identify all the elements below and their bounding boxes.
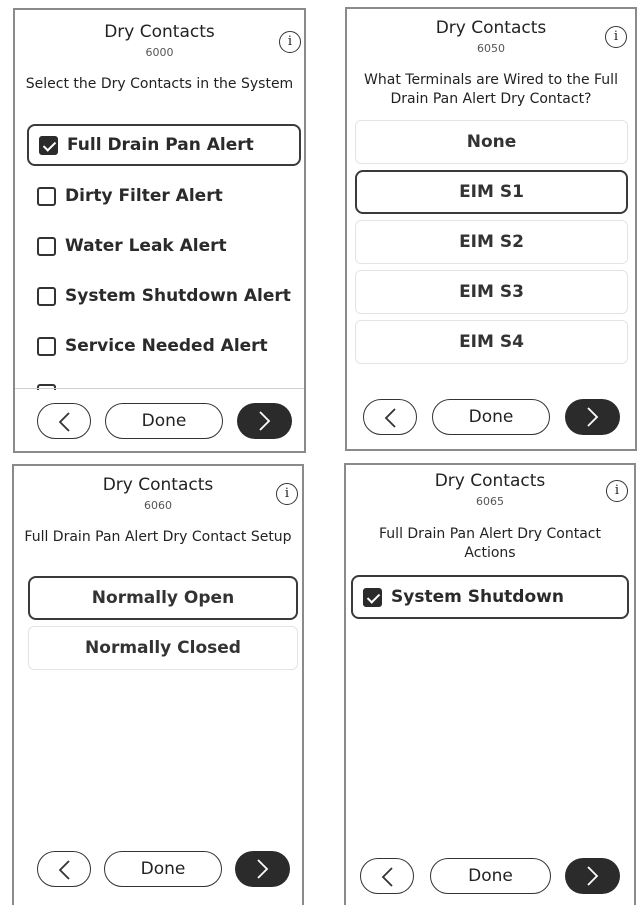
- info-icon[interactable]: i: [605, 26, 627, 48]
- checkbox-label: System Shutdown Alert: [65, 286, 291, 306]
- screen-question: Select the Dry Contacts in the System: [25, 76, 294, 92]
- screen-code: 6000: [145, 46, 174, 59]
- screen-title: Dry Contacts: [435, 18, 547, 38]
- checkbox-unchecked-icon: [37, 236, 56, 256]
- screen-title: Dry Contacts: [434, 471, 546, 491]
- back-button[interactable]: [37, 403, 91, 439]
- checkbox-full-drain-pan-alert[interactable]: Full Drain Pan Alert: [27, 124, 301, 166]
- chevron-right-icon: [259, 411, 271, 431]
- info-icon[interactable]: i: [279, 31, 301, 53]
- screen-code: 6060: [144, 499, 172, 512]
- checkbox-partial-icon: [37, 384, 56, 390]
- checkbox-unchecked-icon: [37, 286, 56, 306]
- done-button[interactable]: Done: [432, 399, 550, 435]
- screen-title: Dry Contacts: [102, 475, 214, 495]
- screen-title: Dry Contacts: [104, 22, 215, 42]
- checkbox-label: System Shutdown: [391, 587, 564, 607]
- checkbox-system-shutdown[interactable]: System Shutdown: [351, 575, 629, 619]
- option-normally-closed[interactable]: Normally Closed: [28, 626, 298, 670]
- checkbox-checked-icon: [363, 587, 382, 607]
- option-eim-s1[interactable]: EIM S1: [355, 170, 628, 214]
- checkbox-system-shutdown-alert[interactable]: System Shutdown Alert: [27, 275, 301, 317]
- next-button[interactable]: [235, 851, 290, 887]
- chevron-right-icon: [587, 866, 599, 886]
- screen-6065: Dry Contacts 6065 i Full Drain Pan Alert…: [344, 463, 636, 905]
- checkbox-unchecked-icon: [37, 336, 56, 356]
- option-eim-s3[interactable]: EIM S3: [355, 270, 628, 314]
- screen-6060: Dry Contacts 6060 i Full Drain Pan Alert…: [12, 464, 304, 905]
- chevron-right-icon: [587, 407, 599, 427]
- checkbox-water-leak-alert[interactable]: Water Leak Alert: [27, 225, 301, 267]
- back-button[interactable]: [363, 399, 417, 435]
- chevron-left-icon: [384, 408, 396, 428]
- checkbox-label: Dirty Filter Alert: [65, 186, 223, 206]
- chevron-left-icon: [381, 867, 393, 887]
- back-button[interactable]: [37, 851, 91, 887]
- chevron-left-icon: [58, 412, 70, 432]
- checkbox-service-needed-alert[interactable]: Service Needed Alert: [27, 325, 301, 367]
- checkbox-unchecked-icon: [37, 186, 56, 206]
- screen-question: Full Drain Pan Alert Dry Contact Setup: [24, 529, 292, 545]
- chevron-left-icon: [58, 860, 70, 880]
- screen-question: What Terminals are Wired to the Full Dra…: [364, 72, 618, 107]
- screen-question: Full Drain Pan Alert Dry Contact Actions: [379, 526, 601, 561]
- checkbox-checked-icon: [39, 135, 58, 155]
- done-button[interactable]: Done: [105, 403, 223, 439]
- checkbox-label: Full Drain Pan Alert: [67, 135, 254, 155]
- next-button[interactable]: [565, 399, 620, 435]
- screen-6050: Dry Contacts 6050 i What Terminals are W…: [345, 7, 637, 451]
- screen-6000: Dry Contacts 6000 i Select the Dry Conta…: [13, 8, 306, 453]
- done-button[interactable]: Done: [104, 851, 222, 887]
- screen-code: 6065: [476, 495, 504, 508]
- option-eim-s2[interactable]: EIM S2: [355, 220, 628, 264]
- next-button[interactable]: [237, 403, 292, 439]
- info-icon[interactable]: i: [606, 480, 628, 502]
- checkbox-label: Water Leak Alert: [65, 236, 227, 256]
- footer-divider: [15, 388, 304, 389]
- checkbox-dirty-filter-alert[interactable]: Dirty Filter Alert: [27, 175, 301, 217]
- chevron-right-icon: [257, 859, 269, 879]
- option-eim-s4[interactable]: EIM S4: [355, 320, 628, 364]
- next-button[interactable]: [565, 858, 620, 894]
- done-button[interactable]: Done: [430, 858, 551, 894]
- option-none[interactable]: None: [355, 120, 628, 164]
- info-icon[interactable]: i: [276, 483, 298, 505]
- option-normally-open[interactable]: Normally Open: [28, 576, 298, 620]
- back-button[interactable]: [360, 858, 414, 894]
- screen-code: 6050: [477, 42, 505, 55]
- checkbox-label: Service Needed Alert: [65, 336, 268, 356]
